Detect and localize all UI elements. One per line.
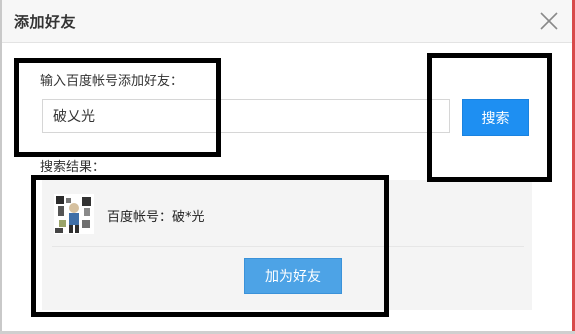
add-friend-button[interactable]: 加为好友 bbox=[244, 258, 342, 294]
result-item: 百度帐号：破*光 加为好友 bbox=[42, 180, 532, 310]
search-button[interactable]: 搜索 bbox=[462, 99, 529, 136]
dialog-title: 添加好友 bbox=[14, 13, 77, 31]
page: 添加好友 输入百度帐号添加好友： 搜索 搜索结果： bbox=[0, 0, 575, 334]
close-icon[interactable] bbox=[538, 10, 560, 32]
result-divider bbox=[52, 246, 524, 247]
results-label: 搜索结果： bbox=[40, 160, 106, 175]
search-input[interactable] bbox=[42, 99, 450, 133]
dialog-titlebar: 添加好友 bbox=[2, 0, 572, 43]
add-friend-dialog: 添加好友 输入百度帐号添加好友： 搜索 搜索结果： bbox=[2, 0, 572, 331]
avatar bbox=[54, 194, 94, 234]
search-label: 输入百度帐号添加好友： bbox=[40, 74, 184, 89]
result-account: 百度帐号：破*光 bbox=[107, 210, 205, 225]
